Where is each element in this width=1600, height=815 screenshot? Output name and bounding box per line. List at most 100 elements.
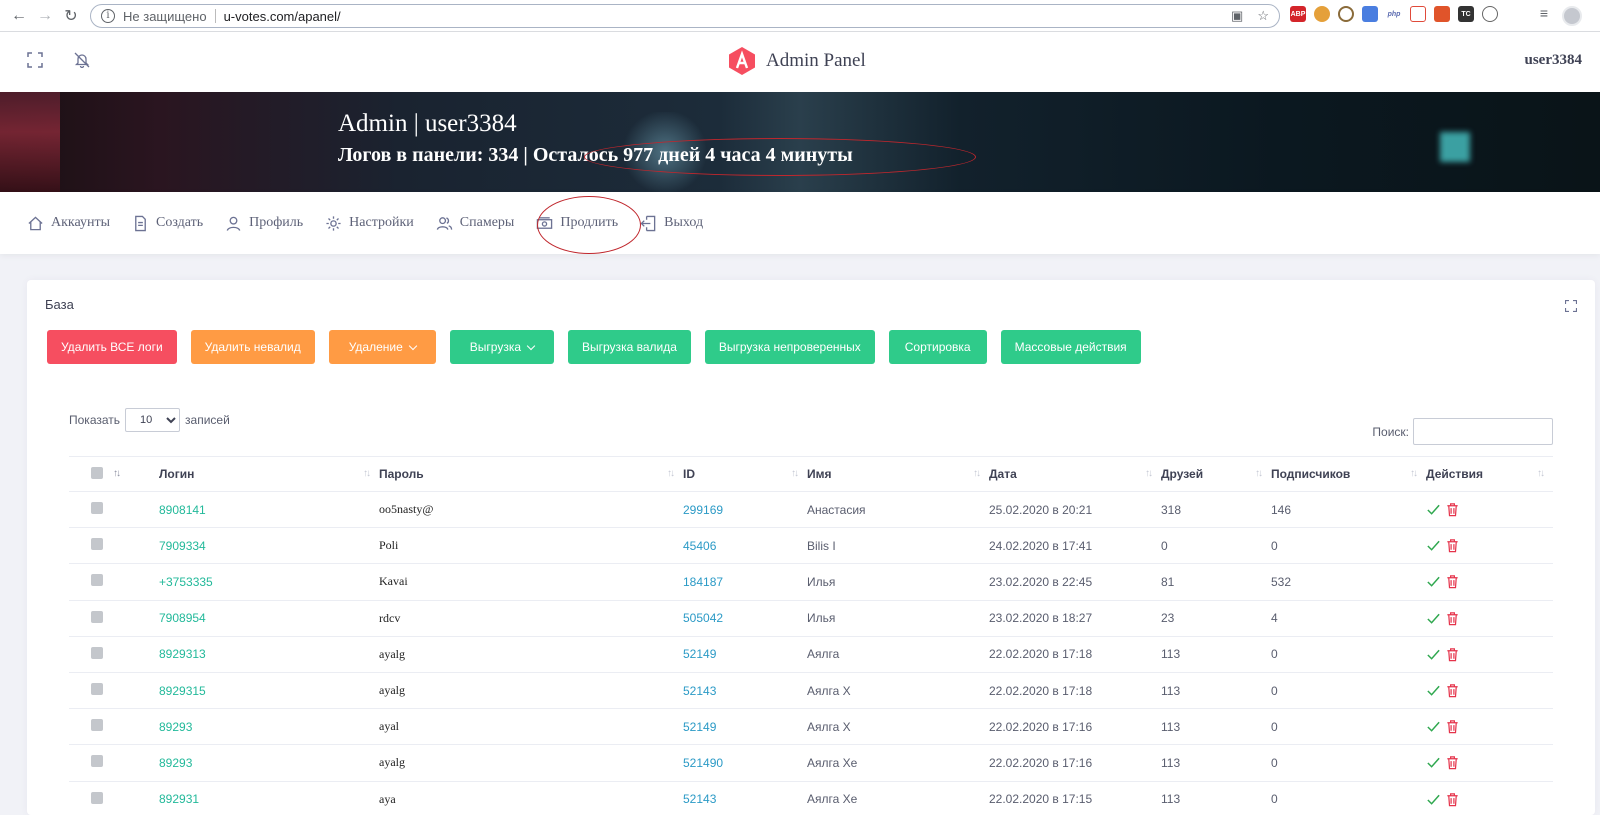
menu-item-create[interactable]: Создать [132, 215, 203, 232]
login-link[interactable]: 8929313 [159, 647, 206, 661]
login-link[interactable]: 8929315 [159, 684, 206, 698]
bookmark-star-icon[interactable]: ☆ [1257, 8, 1269, 24]
row-checkbox[interactable] [91, 755, 103, 768]
brand[interactable]: Admin Panel [728, 46, 866, 76]
row-checkbox[interactable] [91, 791, 103, 804]
address-bar[interactable]: i Не защищено u-votes.com/apanel/ ▣ ☆ [90, 4, 1280, 28]
trash-icon[interactable] [1445, 792, 1460, 807]
column-name[interactable]: Имя ↑↓ [807, 456, 989, 492]
check-icon[interactable] [1426, 611, 1441, 626]
sort-icon[interactable]: ↑↓ [667, 468, 675, 479]
row-checkbox[interactable] [91, 502, 103, 515]
row-checkbox[interactable] [91, 683, 103, 696]
column-followers[interactable]: Подписчиков ↑↓ [1271, 456, 1426, 492]
expand-icon[interactable] [1565, 300, 1577, 312]
check-icon[interactable] [1426, 647, 1441, 662]
back-icon[interactable]: ← [6, 3, 32, 29]
login-link[interactable]: 89293 [159, 720, 192, 734]
bulk-actions-button[interactable]: Массовые действия [1000, 330, 1141, 364]
menu-item-spammers[interactable]: Спамеры [436, 215, 514, 232]
login-link[interactable]: 7909334 [159, 539, 206, 553]
extension-icon[interactable] [1410, 6, 1426, 22]
id-link[interactable]: 52143 [683, 684, 716, 698]
login-link[interactable]: 7908954 [159, 611, 206, 625]
export-unchecked-button[interactable]: Выгрузка непроверенных [704, 330, 875, 364]
header-username[interactable]: user3384 [1525, 52, 1583, 69]
trash-icon[interactable] [1445, 502, 1460, 517]
sort-icon[interactable]: ↑↓ [973, 468, 981, 479]
column-password[interactable]: Пароль ↑↓ [379, 456, 683, 492]
check-icon[interactable] [1426, 755, 1441, 770]
trash-icon[interactable] [1445, 538, 1460, 553]
block-icon[interactable] [1338, 6, 1354, 22]
sort-button[interactable]: Сортировка [888, 330, 987, 364]
delete-all-logs-button[interactable]: Удалить ВСЕ логи [47, 330, 177, 364]
column-id[interactable]: ID ↑↓ [683, 456, 807, 492]
column-actions[interactable]: Действия ↑↓ [1426, 456, 1553, 492]
login-link[interactable]: 8908141 [159, 503, 206, 517]
id-link[interactable]: 299169 [683, 503, 723, 517]
deletion-dropdown-button[interactable]: Удаление [328, 330, 436, 364]
check-icon[interactable] [1426, 502, 1441, 517]
sort-icon[interactable]: ↑↓ [113, 468, 121, 479]
id-link[interactable]: 52149 [683, 647, 716, 661]
id-link[interactable]: 52143 [683, 792, 716, 806]
fullscreen-icon[interactable] [27, 52, 43, 68]
sort-icon[interactable]: ↑↓ [1410, 468, 1418, 479]
check-icon[interactable] [1426, 719, 1441, 734]
trash-icon[interactable] [1445, 719, 1460, 734]
sort-icon[interactable]: ↑↓ [1255, 468, 1263, 479]
id-link[interactable]: 45406 [683, 539, 716, 553]
login-link[interactable]: 89293 [159, 756, 192, 770]
trash-icon[interactable] [1445, 574, 1460, 589]
url-text[interactable]: u-votes.com/apanel/ [224, 9, 341, 24]
column-date[interactable]: Дата ↑↓ [989, 456, 1161, 492]
search-input[interactable] [1413, 418, 1553, 445]
page-length-select[interactable]: 10 [125, 408, 181, 432]
row-checkbox[interactable] [91, 719, 103, 732]
id-link[interactable]: 52149 [683, 720, 716, 734]
menu-item-logout[interactable]: Выход [640, 215, 703, 232]
php-icon[interactable]: php [1386, 6, 1402, 22]
login-link[interactable]: +3753335 [159, 575, 213, 589]
export-valid-button[interactable]: Выгрузка валида [568, 330, 691, 364]
check-icon[interactable] [1426, 538, 1441, 553]
profile-avatar[interactable] [1562, 6, 1582, 26]
menu-item-accounts[interactable]: Аккаунты [27, 215, 110, 232]
check-icon[interactable] [1426, 683, 1441, 698]
sort-icon[interactable]: ↑↓ [791, 468, 799, 479]
select-all-checkbox[interactable] [91, 466, 103, 479]
extension-icon[interactable] [1434, 6, 1450, 22]
delete-invalid-button[interactable]: Удалить невалид [190, 330, 315, 364]
trash-icon[interactable] [1445, 755, 1460, 770]
cookie-icon[interactable] [1314, 6, 1330, 22]
column-login[interactable]: Логин ↑↓ [159, 456, 379, 492]
sort-icon[interactable]: ↑↓ [1537, 468, 1545, 479]
sort-icon[interactable]: ↑↓ [363, 468, 371, 479]
forward-icon[interactable]: → [32, 3, 58, 29]
trash-icon[interactable] [1445, 647, 1460, 662]
reload-icon[interactable]: ↻ [58, 3, 84, 29]
cast-icon[interactable]: ▣ [1231, 8, 1243, 24]
reading-list-icon[interactable]: ≡ [1540, 5, 1548, 21]
translate-icon[interactable] [1362, 6, 1378, 22]
menu-item-profile[interactable]: Профиль [225, 215, 303, 232]
id-link[interactable]: 505042 [683, 611, 723, 625]
sort-icon[interactable]: ↑↓ [1145, 468, 1153, 479]
trash-icon[interactable] [1445, 611, 1460, 626]
export-dropdown-button[interactable]: Выгрузка [449, 330, 555, 364]
extension-icon[interactable]: TC [1458, 6, 1474, 22]
select-all-header[interactable]: ↑↓ [69, 456, 159, 492]
id-link[interactable]: 521490 [683, 756, 723, 770]
adblock-icon[interactable]: ABP [1290, 6, 1306, 22]
check-icon[interactable] [1426, 792, 1441, 807]
id-link[interactable]: 184187 [683, 575, 723, 589]
extension-icon[interactable] [1482, 6, 1498, 22]
column-friends[interactable]: Друзей ↑↓ [1161, 456, 1271, 492]
check-icon[interactable] [1426, 574, 1441, 589]
menu-item-settings[interactable]: Настройки [325, 215, 414, 232]
trash-icon[interactable] [1445, 683, 1460, 698]
row-checkbox[interactable] [91, 610, 103, 623]
row-checkbox[interactable] [91, 574, 103, 587]
row-checkbox[interactable] [91, 538, 103, 551]
